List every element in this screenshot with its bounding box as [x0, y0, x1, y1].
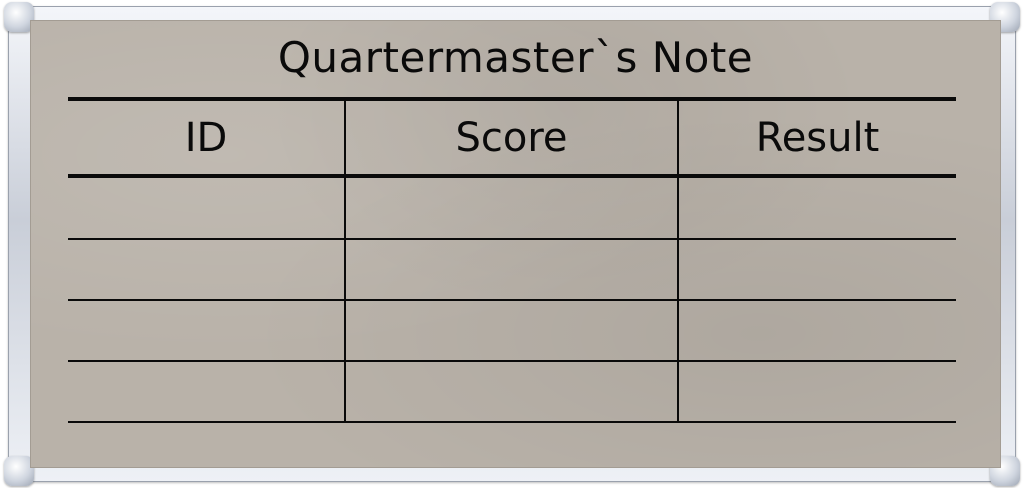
note-title: Quartermaster`s Note — [277, 33, 754, 82]
table-cell-result[interactable] — [679, 240, 956, 299]
table-cell-result[interactable] — [679, 301, 956, 360]
column-header-id: ID — [184, 115, 228, 161]
table-cell-result[interactable] — [679, 362, 956, 421]
table-bottom-rule — [68, 421, 956, 423]
column-header-score: Score — [455, 115, 568, 161]
table-cell-result[interactable] — [679, 178, 956, 238]
table-cell-id[interactable] — [68, 362, 344, 421]
whiteboard: Quartermaster`s Note ID Score Result — [0, 0, 1024, 488]
table-cell-id[interactable] — [68, 178, 344, 238]
table-cell-score[interactable] — [346, 178, 677, 238]
table-cell-id[interactable] — [68, 301, 344, 360]
column-header-result: Result — [755, 115, 880, 161]
table-cell-id[interactable] — [68, 240, 344, 299]
table-cell-score[interactable] — [346, 240, 677, 299]
table-cell-score[interactable] — [346, 362, 677, 421]
table-cell-score[interactable] — [346, 301, 677, 360]
